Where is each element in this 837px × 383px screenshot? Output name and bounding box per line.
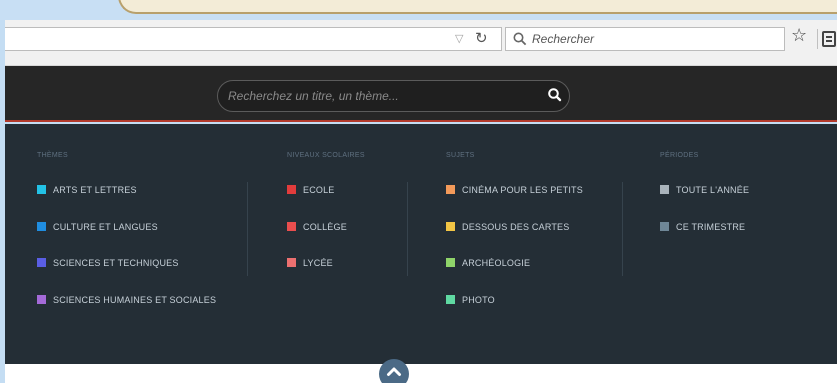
- color-swatch: [446, 258, 455, 267]
- color-swatch: [287, 222, 296, 231]
- chevron-up-icon: [387, 367, 401, 376]
- menu-item-label: COLLÈGE: [303, 222, 347, 232]
- browser-toolbar: ▽ ↻ Rechercher ☆: [5, 20, 837, 66]
- menu-item-label: CULTURE ET LANGUES: [53, 222, 158, 232]
- color-swatch: [287, 258, 296, 267]
- menu-item-label: ECOLE: [303, 185, 335, 195]
- column-divider: [407, 182, 408, 276]
- column-divider: [247, 182, 248, 276]
- site-search-box: [217, 80, 570, 112]
- menu-item-label: PHOTO: [462, 295, 495, 305]
- reload-icon[interactable]: ↻: [475, 29, 488, 47]
- search-icon: [513, 32, 527, 46]
- search-icon[interactable]: [546, 86, 564, 104]
- menu-item-label: SCIENCES HUMAINES ET SOCIALES: [53, 295, 217, 305]
- color-swatch: [660, 185, 669, 194]
- color-swatch: [446, 295, 455, 304]
- color-swatch: [446, 185, 455, 194]
- collapse-menu-button[interactable]: [379, 359, 409, 383]
- page-content-area: [5, 364, 837, 383]
- toolbar-divider: [817, 29, 818, 49]
- column-divider: [622, 182, 623, 276]
- menu-item-label: ARCHÉOLOGIE: [462, 258, 531, 268]
- menu-item-label: CINÉMA POUR LES PETITS: [462, 185, 583, 195]
- color-swatch: [37, 185, 46, 194]
- mega-menu: THÈMES ARTS ET LETTRES CULTURE ET LANGUE…: [5, 124, 837, 364]
- browser-search-placeholder: Rechercher: [532, 32, 595, 46]
- color-swatch: [660, 222, 669, 231]
- color-swatch: [37, 258, 46, 267]
- menu-item-label: CE TRIMESTRE: [676, 222, 746, 232]
- browser-search-bar[interactable]: Rechercher: [505, 27, 785, 51]
- site-header: [5, 66, 837, 122]
- menu-column-title: SUJETS: [446, 152, 475, 159]
- color-swatch: [37, 222, 46, 231]
- color-swatch: [37, 295, 46, 304]
- menu-column-title: THÈMES: [37, 152, 68, 159]
- bookmark-star-icon[interactable]: ☆: [791, 25, 807, 46]
- menu-column-title: PÉRIODES: [660, 152, 699, 159]
- browser-tab[interactable]: [118, 0, 837, 14]
- url-bar[interactable]: ▽ ↻: [5, 27, 502, 51]
- color-swatch: [446, 222, 455, 231]
- menu-item-label: LYCÉE: [303, 258, 333, 268]
- menu-item-label: SCIENCES ET TECHNIQUES: [53, 258, 179, 268]
- browser-tab-strip: [0, 0, 837, 20]
- site-search-input[interactable]: [218, 81, 548, 111]
- menu-item-label: ARTS ET LETTRES: [53, 185, 137, 195]
- menu-item-label: TOUTE L'ANNÉE: [676, 185, 750, 195]
- url-dropdown-icon[interactable]: ▽: [455, 32, 463, 45]
- menu-column-title: NIVEAUX SCOLAIRES: [287, 152, 365, 159]
- color-swatch: [287, 185, 296, 194]
- reading-list-icon[interactable]: [822, 31, 836, 47]
- menu-item-label: DESSOUS DES CARTES: [462, 222, 570, 232]
